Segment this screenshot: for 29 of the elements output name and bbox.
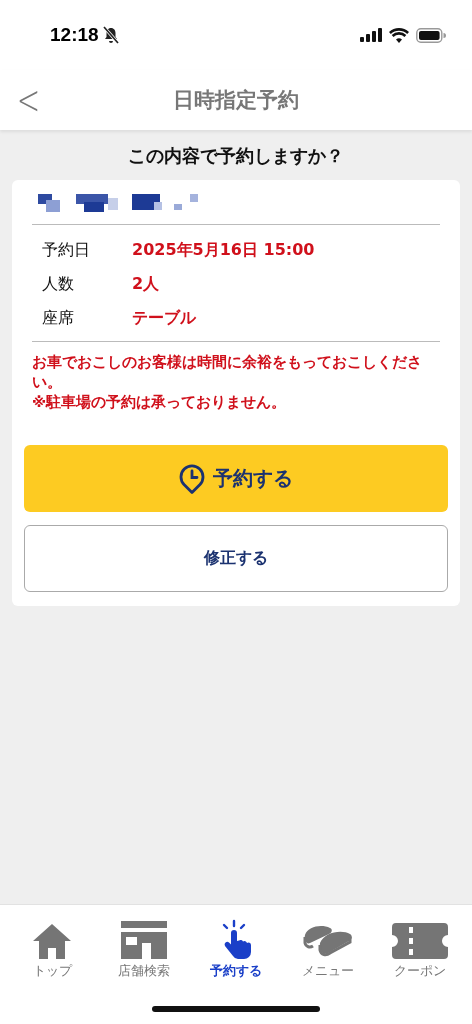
storefront-icon — [121, 921, 167, 959]
field-value: 2025年5月16日 15:00 — [132, 238, 315, 261]
house-icon — [32, 923, 72, 959]
tab-item[interactable]: クーポン — [374, 913, 466, 982]
tab-item[interactable]: トップ — [6, 913, 98, 982]
notice-text: お車でおこしのお客様は時間に余裕をもっておこしください。 — [32, 353, 423, 392]
field-label: 予約日 — [42, 238, 91, 261]
tab-item[interactable]: 予約する — [190, 913, 282, 982]
tab-item[interactable]: 店舗検索 — [98, 913, 190, 982]
field-value: テーブル — [132, 306, 197, 329]
sushi-icon — [302, 923, 354, 959]
page-title: 日時指定予約 — [172, 87, 300, 114]
field-label: 人数 — [42, 272, 75, 295]
notice-text: ※駐車場の予約は承っておりません。 — [32, 393, 288, 412]
wifi-icon — [389, 27, 409, 43]
back-button[interactable]: < — [7, 80, 43, 120]
edit-button[interactable]: 修正する — [24, 525, 448, 592]
home-indicator[interactable] — [152, 1006, 320, 1012]
signal-icon — [360, 28, 382, 42]
clock-time: 12:18 — [50, 24, 99, 46]
reserve-button[interactable]: 予約する — [24, 445, 448, 512]
tab-item[interactable]: メニュー — [282, 913, 374, 982]
bell-muted-icon — [102, 26, 119, 44]
confirm-question: この内容で予約しますか？ — [127, 144, 345, 168]
field-value: 2人 — [132, 272, 161, 295]
clock-pin-icon — [179, 463, 205, 494]
battery-icon — [416, 27, 446, 43]
ticket-icon — [392, 923, 448, 959]
field-label: 座席 — [42, 301, 132, 335]
